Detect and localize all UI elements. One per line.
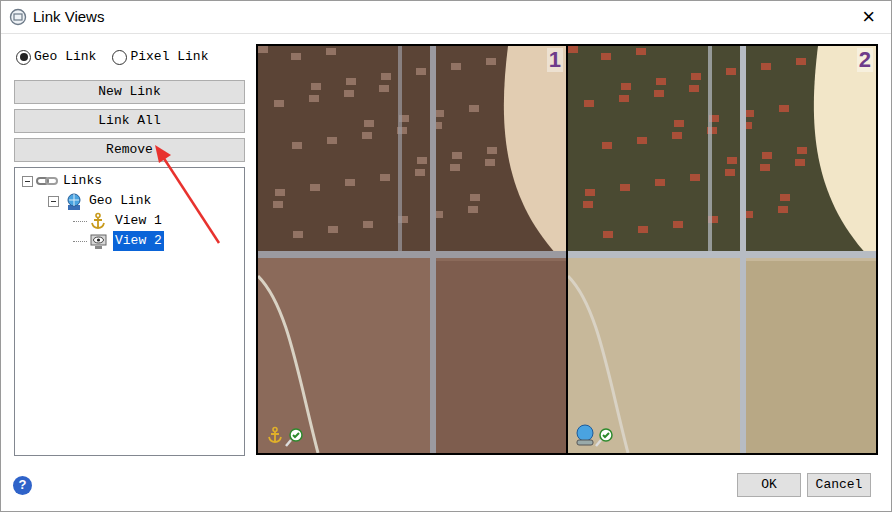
action-button[interactable]: New Link [14,80,245,104]
expander[interactable] [48,196,59,207]
radio-circle[interactable] [112,50,127,65]
view-status [574,423,614,447]
tree-row[interactable]: Links [15,171,244,191]
anchor-icon [264,423,286,447]
title-bar: Link Views × [1,1,891,34]
radio-circle[interactable] [16,50,31,65]
link-mode-group: Geo Link Pixel Link [14,44,245,70]
radio-label: Pixel Link [130,47,208,67]
view-image[interactable]: 1 [258,46,566,453]
tree-label: Geo Link [89,191,151,211]
radio-dot [20,53,28,61]
content: Geo Link Pixel Link New Link Link All Remove… [1,44,891,456]
link-mode-radio[interactable]: Geo Link [16,47,96,67]
tree-row[interactable]: Geo Link [15,191,244,211]
action-button[interactable]: Link All [14,109,245,133]
app-icon [9,8,27,26]
action-button[interactable]: Remove [14,138,245,162]
visible-check-icon [284,427,304,447]
links-icon [36,172,58,190]
link-mode-radio[interactable]: Pixel Link [112,47,208,67]
view-number: 2 [857,48,873,72]
left-panel: Geo Link Pixel Link New Link Link All Remove… [14,44,245,456]
tree-label: View 1 [113,211,164,231]
dialog-buttons: OKCancel [737,473,871,497]
visible-check-icon [594,427,614,447]
radio-label: Geo Link [34,47,96,67]
dialog-button[interactable]: Cancel [807,473,871,497]
dialog-button[interactable]: OK [737,473,801,497]
expander[interactable] [22,176,33,187]
anchor-icon [89,212,109,230]
tree-line [73,241,87,242]
window-title: Link Views [33,6,104,29]
link-icon [574,423,596,447]
tree-line [73,221,87,222]
view-image[interactable]: 2 [568,46,876,453]
views-panel: 12 [256,44,878,455]
help-button[interactable]: ? [13,476,32,495]
expander-minus [51,201,56,202]
expander-minus [25,181,30,182]
geo-link-icon [64,192,84,210]
view-status [264,423,304,447]
tree-row[interactable]: View 1 [15,211,244,231]
action-buttons: New Link Link All Remove [14,80,245,162]
link-tree[interactable]: LinksGeo LinkView 1View 2 [14,167,245,456]
view-number: 1 [547,48,563,72]
annotation-arrow-icon [141,141,231,251]
footer: ? OKCancel [1,473,891,497]
tree-label: Links [61,171,102,191]
linked-view-icon [89,232,109,250]
close-button[interactable]: × [862,6,875,28]
tree-label: View 2 [113,231,164,251]
tree-row[interactable]: View 2 [15,231,244,251]
